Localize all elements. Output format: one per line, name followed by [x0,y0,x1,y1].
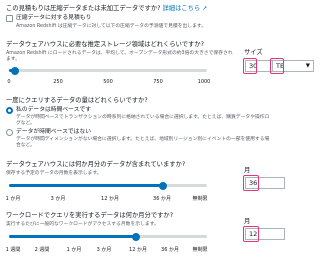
compressed-help: Amazon Redshift は圧縮データに対して以下の圧縮データの予測値で見… [16,24,206,29]
months-stored-question: データウェアハウスには何か月分のデータが含まれていますか? [6,161,186,168]
compressed-checkbox[interactable] [6,15,13,22]
time-based-radio[interactable] [6,107,13,114]
months-stored-field-label: 月 [244,167,251,174]
size-label: サイズ [244,49,263,56]
months-queried-tick: 36 か月 [161,247,179,253]
chevron-down-icon: ▼ [305,63,310,69]
months-queried-tick: 12 か月 [129,247,147,253]
months-queried-slider-fill [9,235,136,238]
storage-slider-track[interactable] [9,69,207,72]
storage-tick: 1000 [197,79,211,85]
months-queried-tick: 1 か月 [66,247,82,253]
months-stored-tick: 1 か月 [5,196,21,202]
months-stored-input-highlight [243,175,259,191]
months-queried-tick: 無制限 [192,247,208,253]
storage-help: Amazon Redshift にロードされるデータは、平均して、オープンデータ… [6,51,233,62]
months-queried-slider-track[interactable] [9,235,207,238]
storage-question: データウェアハウスに必要な推定ストレージ領域はどれくらいですか? [6,41,204,48]
months-stored-slider-fill [9,184,163,187]
not-time-based-help: データが時間ディメンションがない場合に選択します。たとえば、地域別リージョン別に… [16,137,270,148]
storage-tick: 750 [153,79,163,85]
months-stored-tick: 36 か月 [153,196,171,202]
months-queried-help: 実行するたびに一般的なワークロードがアクセスする月数を示します。 [6,222,159,227]
storage-tick: 0 [7,79,11,85]
storage-tick: 500 [103,79,113,85]
learn-more-link[interactable]: 詳細はこちら [162,5,200,12]
months-stored-help: 保存する予定のデータの月数を表示します。 [6,171,102,176]
months-queried-tick: 3 か月 [96,247,112,253]
months-queried-slider-thumb[interactable] [132,232,140,241]
compressed-checkbox-label: 圧縮データに対する見積もり [16,15,92,21]
storage-tick: 250 [53,79,63,85]
time-based-label: 私のデータは時間ベースです [16,107,92,113]
months-stored-tick: 無制限 [192,196,208,202]
months-stored-slider-track[interactable] [9,184,207,187]
months-stored-tick: 12 か月 [101,196,119,202]
external-link-icon: ↗ [202,5,208,12]
not-time-based-radio[interactable] [6,129,13,136]
months-queried-input-highlight [243,226,259,242]
months-queried-tick: 1 週間 [5,247,21,253]
months-queried-tick: 2 週間 [34,247,50,253]
not-time-based-label: データが時間ベースではない [16,129,92,135]
months-queried-field-label: 月 [244,218,251,225]
frequency-question: 一度にクエリするデータの量はどれくらいですか? [6,97,148,104]
months-queried-question: ワークロードでクエリを実行するデータは何か月分ですか? [6,212,174,219]
months-stored-slider-thumb[interactable] [159,181,167,190]
time-based-help: データが時間ベースでトランザクションの時系列に格納されている場合に選択します。た… [16,115,270,126]
unit-select-highlight [270,58,284,74]
compression-question: この見積もりは圧縮データまたは未加工データですか? 詳細はこちら ↗ [6,5,208,12]
size-input-highlight [243,58,257,74]
months-stored-tick: 3 か月 [50,196,66,202]
storage-slider-thumb[interactable] [11,66,19,75]
